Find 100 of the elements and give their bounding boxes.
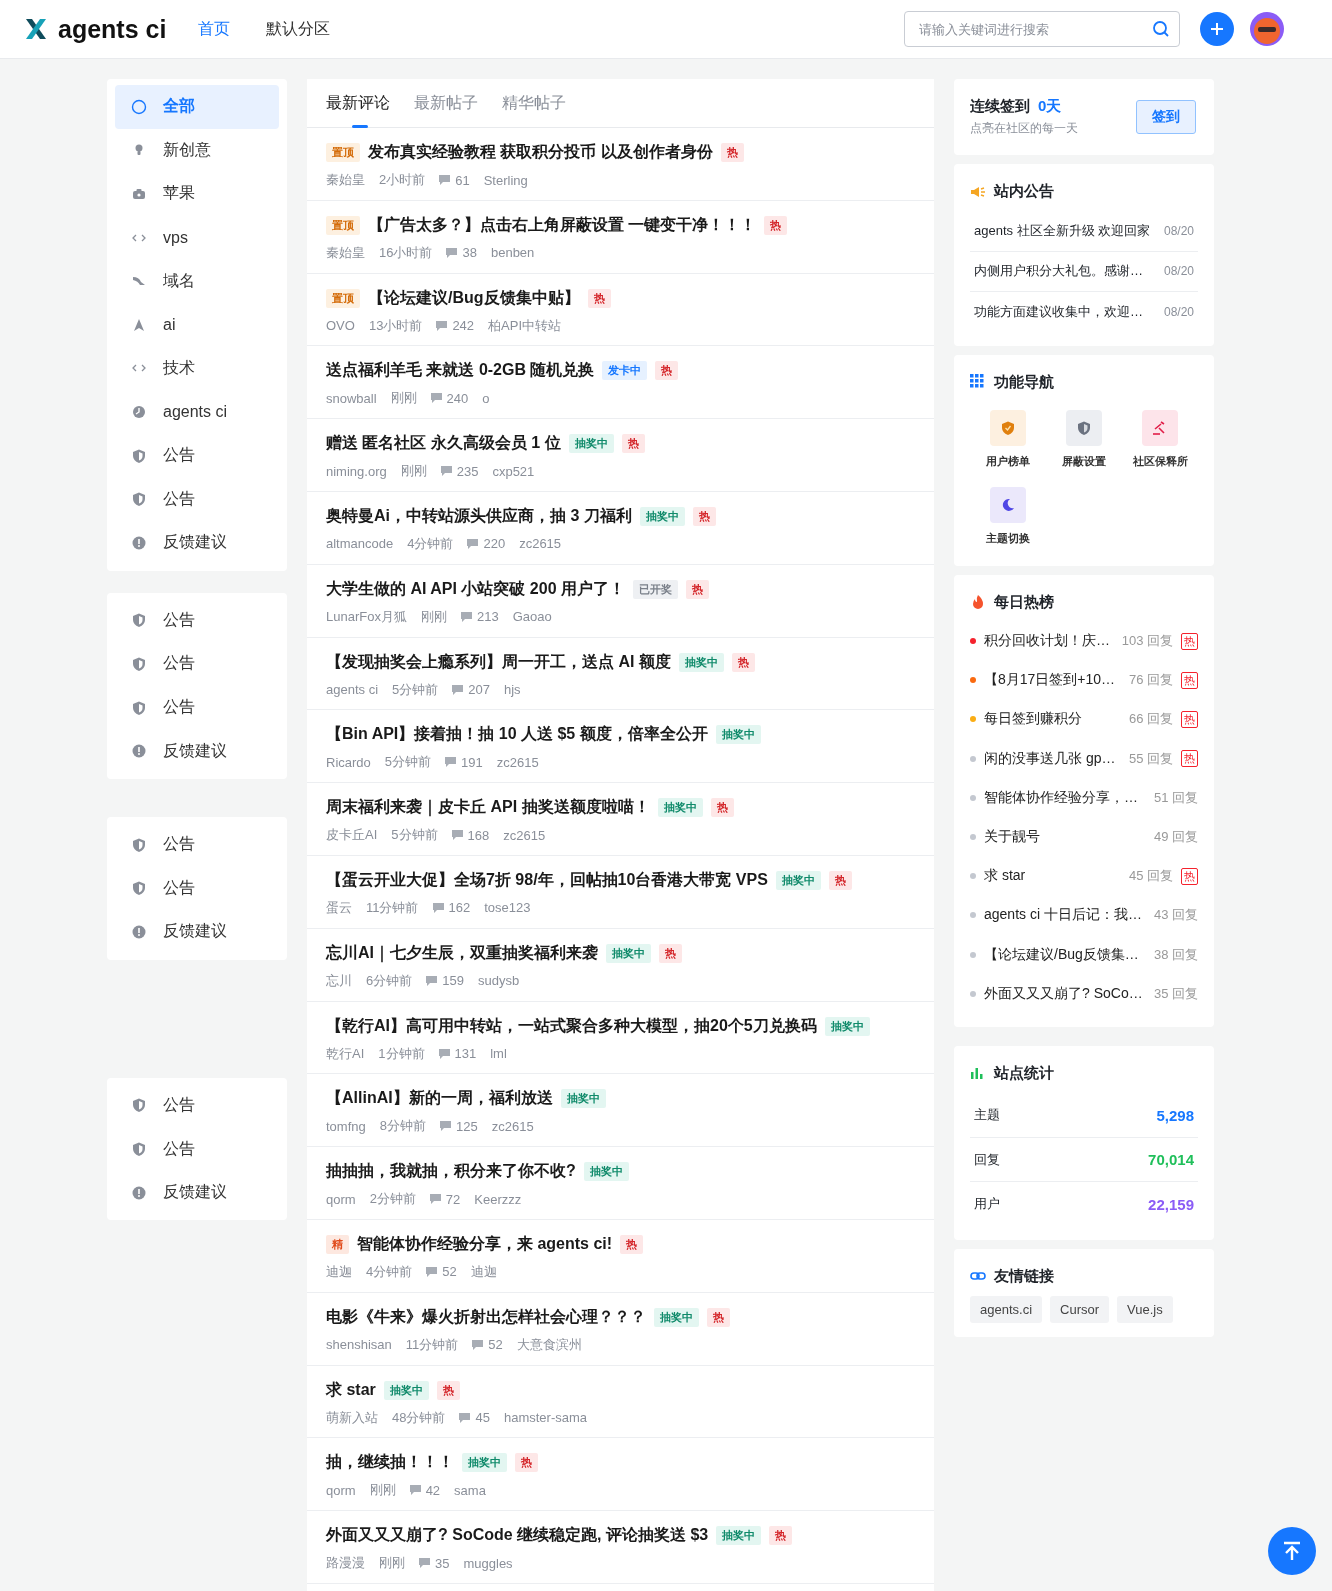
post-title[interactable]: 【发现抽奖会上瘾系列】周一开工，送点 AI 额度 [326, 651, 671, 673]
shield-icon [131, 836, 147, 853]
status-tag: 抽奖中 [606, 943, 651, 963]
hot-topic-link[interactable]: 积分回收计划！庆… [984, 632, 1114, 651]
feed-tab[interactable]: 最新评论 [326, 79, 390, 127]
sidebar-item[interactable]: 新创意 [115, 128, 279, 173]
sidebar-item[interactable]: 反馈建议 [115, 1170, 279, 1215]
post-time: 4分钟前 [366, 1262, 413, 1281]
notice-link[interactable]: agents 社区全新升级 欢迎回家 [974, 221, 1151, 240]
hot-tag: 热 [720, 143, 744, 162]
post-title[interactable]: 外面又又又崩了? SoCode 继续稳定跑, 评论抽奖送 $3 [326, 1525, 709, 1547]
post-title[interactable]: 【AllinAI】新的一周，福利放送 [326, 1088, 553, 1110]
post-title[interactable]: 抽，继续抽！！！ [326, 1452, 454, 1474]
comment-icon [440, 1121, 451, 1132]
hot-topic-link[interactable]: 闲的没事送几张 gp… [984, 749, 1121, 768]
sidebar-item[interactable]: 苹果 [115, 172, 279, 216]
post-time: 5分钟前 [384, 753, 432, 772]
hot-topic-link[interactable]: agents ci 十日后记：我… [984, 906, 1146, 925]
feature-button[interactable]: 主题切换 [970, 486, 1046, 546]
post-time: 刚刚 [420, 607, 447, 626]
feature-button[interactable]: 用户榜单 [970, 409, 1046, 469]
status-tag: 抽奖中 [639, 507, 685, 526]
post-title[interactable]: 【蛋云开业大促】全场7折 98/年，回帖抽10台香港大带宽 VPS [326, 869, 768, 891]
hot-topic-link[interactable]: 智能体协作经验分享，… [984, 788, 1146, 807]
logo-icon [24, 17, 48, 41]
hot-tag: 热 [1181, 632, 1198, 650]
sidebar-item[interactable]: 域名 [115, 259, 279, 303]
comment-count: 38 [462, 245, 477, 261]
sidebar-item[interactable]: ai [115, 302, 279, 347]
sidebar-item[interactable]: 公告 [115, 822, 279, 867]
last-replier[interactable]: 迪迦 [470, 1262, 497, 1281]
reply-count: 43 回复 [1153, 906, 1198, 925]
notice-link[interactable]: 内侧用户积分大礼包。感谢… [974, 262, 1143, 281]
card-title: 每日热榜 [994, 592, 1054, 612]
post-title[interactable]: 求 star [326, 1379, 376, 1401]
sidebar-item[interactable]: 公告 [115, 433, 279, 478]
sidebar-item[interactable]: 公告 [115, 477, 279, 521]
post-title[interactable]: 【论坛建议/Bug反馈集中贴】 [368, 287, 580, 309]
post-title[interactable]: 【Bin API】接着抽！抽 10 人送 $5 额度，倍率全公开 [326, 724, 708, 746]
nav-link[interactable]: 默认分区 [266, 18, 331, 40]
post-author[interactable]: 忘川 [326, 971, 352, 990]
post-title[interactable]: 赠送 匿名社区 永久高级会员 1 位 [326, 433, 561, 455]
pinned-tag: 置顶 [326, 143, 360, 162]
post-title[interactable]: 周末福利来袭｜皮卡丘 API 抽奖送额度啦喵！ [326, 797, 650, 819]
add-button[interactable] [1200, 12, 1234, 46]
nav-link[interactable]: 首页 [198, 18, 231, 40]
post-title[interactable]: 抽抽抽，我就抽，积分来了你不收? [326, 1161, 576, 1183]
hot-tag: 热 [1181, 671, 1198, 689]
sidebar-item[interactable]: 公告 [115, 1127, 279, 1171]
hot-topic-link[interactable]: 【8月17日签到+10… [984, 671, 1121, 690]
post-time: 4分钟前 [407, 535, 454, 553]
friend-link[interactable]: Cursor [1050, 1295, 1110, 1323]
feature-button[interactable]: 屏蔽设置 [1046, 409, 1122, 469]
avatar-icon[interactable] [1250, 12, 1284, 46]
hot-topic-link[interactable]: 外面又又又崩了? SoCo… [984, 984, 1146, 1003]
post-title[interactable]: 大学生做的 AI API 小站突破 200 用户了！ [326, 578, 625, 600]
bar-chart-icon [970, 1065, 986, 1082]
search-field[interactable]: 请输入关键词进行搜索 [904, 11, 1180, 47]
sidebar-item[interactable]: 技术 [115, 346, 279, 391]
sidebar-item[interactable]: 反馈建议 [115, 520, 279, 565]
sidebar-item[interactable]: 公告 [115, 866, 279, 911]
notice-link[interactable]: 功能方面建议收集中，欢迎… [974, 302, 1143, 321]
sidebar-item[interactable]: 公告 [115, 642, 279, 686]
post-title[interactable]: 奥特曼Ai，中转站源头供应商，抽 3 刀福利 [326, 506, 632, 527]
friend-link[interactable]: agents.ci [970, 1295, 1043, 1323]
comment-count: 220 [483, 536, 506, 552]
post-time: 刚刚 [400, 462, 427, 481]
post-author[interactable]: 迪迦 [326, 1262, 352, 1281]
post-title[interactable]: 智能体协作经验分享，来 agents ci! [357, 1233, 613, 1255]
post-title[interactable]: 送点福利羊毛 来就送 0-2GB 随机兑换 [326, 360, 595, 382]
hot-topic-link[interactable]: 【论坛建议/Bug反馈集… [984, 945, 1146, 964]
feature-button[interactable]: 社区保释所 [1122, 409, 1198, 469]
comment-count: 42 [425, 1482, 441, 1498]
comment-icon [426, 1266, 438, 1277]
back-to-top-button[interactable] [1268, 1527, 1316, 1575]
sidebar-item[interactable]: 反馈建议 [115, 729, 279, 773]
sidebar-item[interactable]: 反馈建议 [115, 910, 279, 954]
hot-topic-link[interactable]: 每日签到赚积分 [984, 710, 1121, 729]
notice-date: 08/20 [1163, 223, 1194, 238]
comment-count: 125 [456, 1118, 478, 1134]
post-title[interactable]: 忘川AI｜七夕生辰，双重抽奖福利来袭 [326, 942, 598, 964]
friend-link[interactable]: Vue.js [1117, 1295, 1173, 1323]
post-title[interactable]: 【广告太多？】点击右上角屏蔽设置 一键变干净！！！ [368, 214, 757, 236]
post-title[interactable]: 【乾行AI】高可用中转站，一站式聚合多种大模型，抽20个5刀兑换码 [326, 1015, 817, 1037]
post-title[interactable]: 电影《牛来》爆火折射出怎样社会心理？？？ [326, 1306, 646, 1328]
site-logo[interactable]: agents ci [58, 14, 167, 44]
status-tag: 抽奖中 [716, 1526, 762, 1546]
sidebar-item[interactable]: vps [115, 215, 279, 260]
sidebar-item[interactable]: 公告 [115, 598, 279, 643]
comment-icon [472, 1339, 484, 1350]
hot-topic-link[interactable]: 求 star [984, 867, 1121, 886]
hot-tag: 热 [436, 1380, 460, 1400]
sidebar-item[interactable]: 公告 [115, 685, 279, 730]
sidebar-item[interactable]: 公告 [115, 1083, 279, 1128]
hot-topic-link[interactable]: 关于靓号 [984, 828, 1146, 847]
comment-icon [419, 1558, 430, 1569]
sidebar-item[interactable]: agents ci [115, 390, 279, 434]
post-title[interactable]: 发布真实经验教程 获取积分投币 以及创作者身份 [368, 142, 713, 163]
sidebar-item[interactable]: 全部 [115, 85, 279, 129]
checkin-button[interactable]: 签到 [1136, 100, 1196, 134]
